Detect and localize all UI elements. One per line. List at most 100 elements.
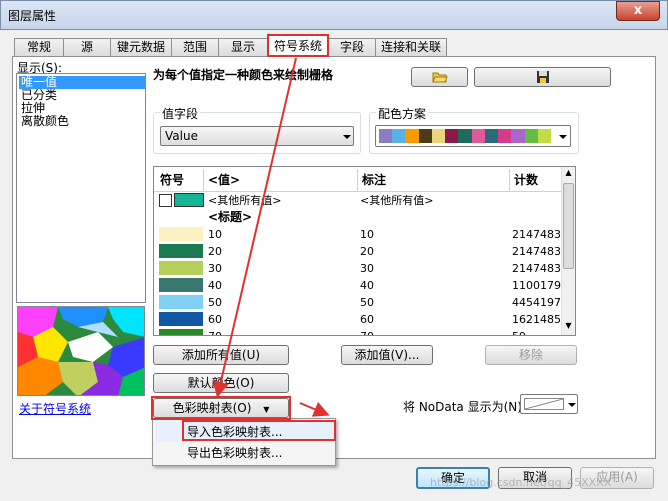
chevron-down-icon: [568, 403, 576, 407]
tab-source[interactable]: 源: [63, 38, 111, 56]
color-scheme-select[interactable]: [375, 125, 571, 147]
cell-value: 30: [208, 262, 222, 275]
color-scheme-label: 配色方案: [376, 105, 429, 122]
colormap-button-label: 色彩映射表(O): [172, 401, 252, 415]
checkbox[interactable]: [159, 194, 172, 207]
table-row[interactable]: 30 30 21474836: [154, 260, 564, 277]
color-ramp-swatch: [537, 129, 552, 143]
col-header-label[interactable]: 标注: [358, 169, 510, 191]
tab-symbology[interactable]: 符号系统: [267, 34, 329, 57]
cell-count: 21474836: [512, 228, 564, 241]
table-row[interactable]: 20 20 21474836: [154, 243, 564, 260]
nodata-swatch: [524, 398, 564, 410]
heading-value: <标题>: [208, 210, 253, 224]
cell-label: 20: [360, 245, 374, 258]
tab-general[interactable]: 常规: [14, 38, 64, 56]
show-list[interactable]: 唯一值 已分类 拉伸 离散颜色: [16, 73, 146, 303]
table-row[interactable]: 10 10 21474836: [154, 226, 564, 243]
tab-joins-relates[interactable]: 连接和关联: [375, 38, 447, 56]
about-symbology-link[interactable]: 关于符号系统: [19, 400, 91, 417]
chevron-down-icon: ▼: [263, 405, 270, 414]
cell-value: 20: [208, 245, 222, 258]
symbology-preview-image: [17, 306, 145, 396]
export-colormap-menu-item[interactable]: 导出色彩映射表...: [155, 443, 333, 463]
table-row-heading: <标题>: [154, 209, 564, 226]
show-item-discrete-color[interactable]: 离散颜色: [19, 115, 145, 128]
cell-label: 60: [360, 313, 374, 326]
col-header-symbol[interactable]: 符号: [156, 169, 204, 191]
value-field-label: 值字段: [160, 105, 201, 122]
color-ramp-swatch: [471, 129, 485, 143]
color-ramp: [379, 129, 552, 143]
table-row[interactable]: 40 40 11001794: [154, 277, 564, 294]
cell-label: 50: [360, 296, 374, 309]
color-ramp-swatch: [524, 129, 538, 143]
table-scrollbar[interactable]: ▲ ▼: [561, 167, 575, 335]
cell-label: 30: [360, 262, 374, 275]
folder-icon: [431, 72, 448, 87]
tab-display[interactable]: 显示: [218, 38, 268, 56]
color-ramp-swatch: [484, 129, 499, 143]
symbol-swatch[interactable]: [159, 312, 203, 326]
other-values-swatch[interactable]: [174, 193, 204, 207]
color-ramp-swatch: [392, 129, 406, 143]
scroll-thumb[interactable]: [563, 183, 574, 269]
cell-count: 59: [512, 328, 564, 335]
color-ramp-swatch: [431, 129, 446, 143]
tab-key-metadata[interactable]: 键元数据: [110, 38, 172, 56]
table-row[interactable]: 50 50 44541972: [154, 294, 564, 311]
color-ramp-swatch: [405, 129, 419, 143]
color-ramp-swatch: [511, 129, 525, 143]
scroll-up-icon[interactable]: ▲: [563, 168, 574, 180]
cell-count: 44541972: [512, 296, 564, 309]
cell-value: 60: [208, 313, 222, 326]
cell-count: 16214854: [512, 313, 564, 326]
save-layer-file-button[interactable]: [474, 67, 611, 87]
symbol-swatch[interactable]: [159, 244, 203, 258]
symbol-swatch[interactable]: [159, 295, 203, 309]
tab-fields[interactable]: 字段: [328, 38, 376, 56]
table-row-other[interactable]: <其他所有值> <其他所有值>: [154, 192, 564, 209]
colormap-button[interactable]: 色彩映射表(O) ▼: [153, 398, 289, 418]
cell-label: 10: [360, 228, 374, 241]
default-colors-button[interactable]: 默认颜色(O): [153, 373, 289, 393]
value-field-selected: Value: [165, 129, 198, 143]
unique-values-table[interactable]: 符号 <值> 标注 计数 <其他所有值> <其他所有值> <标题> 10 10 21…: [153, 166, 576, 336]
table-row[interactable]: 60 60 16214854: [154, 311, 564, 328]
tab-extent[interactable]: 范围: [171, 38, 219, 56]
color-ramp-swatch: [445, 129, 459, 143]
color-ramp-swatch: [498, 129, 512, 143]
nodata-color-select[interactable]: [520, 394, 578, 414]
table-row[interactable]: 707059: [154, 328, 564, 335]
col-header-count[interactable]: 计数: [510, 169, 566, 191]
cell-value: 50: [208, 296, 222, 309]
scroll-down-icon[interactable]: ▼: [563, 321, 574, 333]
remove-button[interactable]: 移除: [485, 345, 577, 365]
add-all-values-button[interactable]: 添加所有值(U): [153, 345, 289, 365]
nodata-label: 将 NoData 显示为(N): [403, 400, 522, 414]
value-field-select[interactable]: Value: [160, 126, 354, 146]
cell-label: 40: [360, 279, 374, 292]
import-colormap-menu-item[interactable]: 导入色彩映射表...: [155, 422, 333, 442]
cell-label: 70: [360, 328, 510, 335]
colormap-menu: 导入色彩映射表... 导出色彩映射表...: [152, 418, 336, 466]
chevron-down-icon: [559, 135, 567, 139]
symbol-swatch[interactable]: [159, 329, 203, 335]
watermark: https://blog.csdn.net/qq_45XXXX: [430, 476, 612, 489]
color-ramp-swatch: [458, 129, 472, 143]
close-button[interactable]: x: [616, 1, 660, 21]
symbology-description: 为每个值指定一种颜色来绘制栅格: [153, 68, 334, 82]
open-layer-file-button[interactable]: [411, 67, 468, 87]
col-header-value[interactable]: <值>: [204, 169, 358, 191]
symbol-swatch[interactable]: [159, 261, 203, 275]
symbol-swatch[interactable]: [159, 278, 203, 292]
other-values-value: <其他所有值>: [208, 194, 282, 207]
window-title: 图层属性: [8, 9, 57, 23]
color-ramp-swatch: [418, 129, 432, 143]
cell-value: 40: [208, 279, 222, 292]
add-values-button[interactable]: 添加值(V)...: [341, 345, 433, 365]
chevron-down-icon: [343, 135, 351, 139]
save-icon: [536, 71, 550, 87]
symbol-swatch[interactable]: [159, 227, 203, 241]
color-ramp-swatch: [379, 129, 393, 143]
